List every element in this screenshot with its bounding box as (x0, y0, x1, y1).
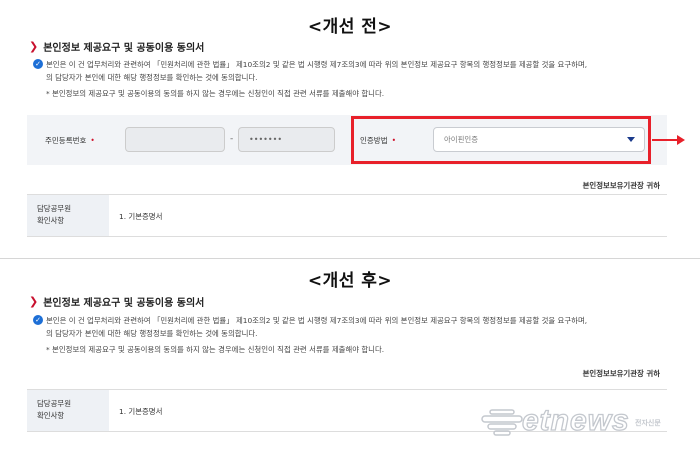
ssn-front-input[interactable] (125, 127, 225, 152)
highlight-box (351, 116, 651, 164)
before-consent-line1: 본인은 이 건 업무처리와 관련하여 「민원처리에 관한 법률」 제10조의2 … (46, 60, 588, 69)
etnews-watermark: etnews 전자신문 (480, 398, 695, 448)
before-officer-label-line1: 담당공무원 (37, 204, 71, 213)
chevron-right-icon: ❯ (29, 40, 39, 53)
after-consent-text: ✓ 본인은 이 건 업무처리와 관련하여 「민원처리에 관한 법률」 제10조의… (33, 314, 673, 356)
before-officer-table: 담당공무원 확인사항 1. 기본증명서 (27, 194, 667, 237)
before-officer-label: 담당공무원 확인사항 (27, 195, 109, 236)
after-section-title: ❯ 본인정보 제공요구 및 공동이용 동의서 (29, 294, 204, 309)
ssn-label-text: 주민등록번호 (45, 136, 87, 145)
after-consent-line2: 의 담당자가 본인에 대한 해당 행정정보를 확인하는 것에 동의합니다. (46, 329, 258, 338)
after-heading: <개선 후> (307, 271, 393, 291)
ssn-back-input[interactable]: ••••••• (238, 127, 335, 152)
section-divider (0, 258, 700, 259)
after-org-label: 본인정보보유기관장 귀하 (582, 369, 660, 378)
before-org-label: 본인정보보유기관장 귀하 (582, 181, 660, 190)
after-consent-note: * 본인정보의 제공요구 및 공동이용의 동의를 하지 않는 경우에는 신청인이… (46, 345, 385, 354)
before-heading: <개선 전> (307, 17, 393, 37)
before-section-title: ❯ 본인정보 제공요구 및 공동이용 동의서 (29, 39, 204, 54)
before-officer-label-line2: 확인사항 (37, 216, 65, 225)
before-section-title-text: 본인정보 제공요구 및 공동이용 동의서 (43, 43, 205, 54)
etnews-logo-icon (481, 409, 523, 436)
after-officer-label-line1: 담당공무원 (37, 399, 71, 408)
watermark-brand: etnews (521, 403, 630, 437)
after-officer-label: 담당공무원 확인사항 (27, 390, 109, 431)
ssn-required-mark: • (90, 136, 95, 145)
arrow-right-icon (652, 139, 679, 141)
after-consent-line1: 본인은 이 건 업무처리와 관련하여 「민원처리에 관한 법률」 제10조의2 … (46, 316, 588, 325)
before-consent-line2: 의 담당자가 본인에 대한 해당 행정정보를 확인하는 것에 동의합니다. (46, 73, 258, 82)
ssn-dash: - (230, 134, 234, 144)
check-circle-icon[interactable]: ✓ (33, 315, 43, 325)
before-officer-value: 1. 기본증명서 (119, 212, 163, 221)
watermark-sub: 전자신문 (635, 419, 661, 427)
before-consent-text: ✓ 본인은 이 건 업무처리와 관련하여 「민원처리에 관한 법률」 제10조의… (33, 58, 673, 100)
after-officer-label-line2: 확인사항 (37, 411, 65, 420)
before-consent-note: * 본인정보의 제공요구 및 공동이용의 동의를 하지 않는 경우에는 신청인이… (46, 89, 385, 98)
after-officer-value: 1. 기본증명서 (119, 407, 163, 416)
ssn-label: 주민등록번호 • (45, 135, 95, 146)
after-section-title-text: 본인정보 제공요구 및 공동이용 동의서 (43, 298, 205, 309)
arrow-right-head (677, 135, 685, 145)
chevron-right-icon: ❯ (29, 295, 39, 308)
check-circle-icon[interactable]: ✓ (33, 59, 43, 69)
